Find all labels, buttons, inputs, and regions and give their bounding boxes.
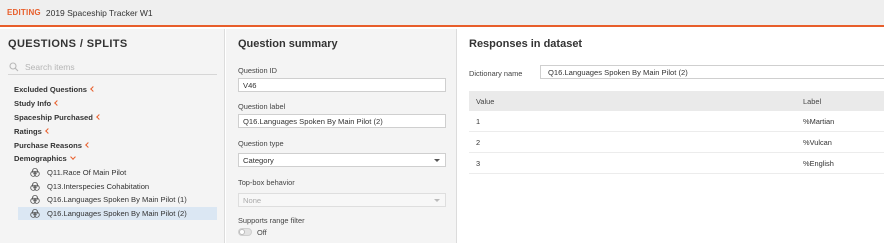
- topbox-select[interactable]: None: [238, 193, 446, 207]
- question-id-field[interactable]: V46: [238, 78, 446, 92]
- chevron-left-icon: [54, 100, 60, 107]
- table-row[interactable]: 1 %Martian: [469, 111, 884, 132]
- range-filter-toggle[interactable]: [238, 228, 252, 236]
- document-title: 2019 Spaceship Tracker W1: [45, 7, 153, 18]
- group-spaceship-purchased[interactable]: Spaceship Purchased: [0, 111, 225, 125]
- column-header-label[interactable]: Label: [803, 97, 821, 106]
- venn-icon: [30, 195, 40, 205]
- group-demographics[interactable]: Demographics: [0, 152, 225, 166]
- question-item-label: Q16.Languages Spoken By Main Pilot (1): [47, 195, 187, 205]
- toggle-knob: [239, 229, 245, 235]
- question-item-label: Q11.Race Of Main Pilot: [47, 168, 127, 178]
- question-type-select[interactable]: Category: [238, 153, 446, 167]
- dictionary-name-label: Dictionary name: [469, 69, 523, 78]
- group-label: Excluded Questions: [14, 85, 88, 95]
- search-bar[interactable]: [8, 59, 217, 75]
- cell-value: 1: [476, 116, 481, 126]
- dictionary-name-field[interactable]: Q16.Languages Spoken By Main Pilot (2): [540, 65, 884, 79]
- table-row[interactable]: 3 %English: [469, 153, 884, 174]
- panel-title: QUESTIONS / SPLITS: [8, 38, 128, 50]
- chevron-left-icon: [85, 141, 91, 148]
- cell-label: %English: [803, 158, 834, 168]
- group-excluded-questions[interactable]: Excluded Questions: [0, 83, 225, 97]
- group-ratings[interactable]: Ratings: [0, 124, 225, 138]
- chevron-down-icon: [69, 154, 76, 161]
- cell-value: 2: [476, 137, 481, 147]
- editing-badge: EDITING: [7, 8, 41, 17]
- panel-title: Responses in dataset: [469, 38, 583, 50]
- table-header: Value Label: [469, 91, 884, 111]
- chevron-left-icon: [96, 114, 102, 120]
- range-filter-state: Off: [257, 228, 267, 237]
- search-input[interactable]: [25, 61, 205, 72]
- cell-value: 3: [476, 158, 481, 168]
- table-row[interactable]: 2 %Vulcan: [469, 132, 884, 153]
- question-tree: Excluded Questions Study Info Spaceship …: [0, 83, 225, 221]
- group-label: Spaceship Purchased: [14, 112, 93, 122]
- cell-label: %Vulcan: [803, 137, 832, 147]
- question-item-q11[interactable]: Q11.Race Of Main Pilot: [0, 166, 225, 180]
- question-label-label: Question label: [238, 102, 286, 111]
- topbox-value: None: [243, 195, 262, 205]
- group-study-info[interactable]: Study Info: [0, 97, 225, 111]
- group-label: Demographics: [14, 154, 67, 164]
- group-label: Purchase Reasons: [14, 140, 82, 150]
- venn-icon: [30, 181, 40, 191]
- venn-icon: [30, 208, 40, 218]
- responses-table: Value Label 1 %Martian 2 %Vulcan 3 %Engl…: [469, 91, 884, 174]
- questions-splits-panel: QUESTIONS / SPLITS Excluded Questions St…: [0, 29, 225, 243]
- question-label-field[interactable]: Q16.Languages Spoken By Main Pilot (2): [238, 114, 446, 128]
- cell-label: %Martian: [803, 116, 835, 126]
- question-item-label: Q13.Interspecies Cohabitation: [47, 181, 150, 191]
- top-bar: EDITING 2019 Spaceship Tracker W1: [0, 0, 884, 27]
- dropdown-caret-icon: [434, 199, 440, 202]
- question-item-q16-2-selected[interactable]: Q16.Languages Spoken By Main Pilot (2): [18, 206, 217, 221]
- question-type-label: Question type: [238, 139, 284, 148]
- question-item-q16-1[interactable]: Q16.Languages Spoken By Main Pilot (1): [0, 193, 225, 207]
- question-type-value: Category: [243, 155, 274, 165]
- question-item-q13[interactable]: Q13.Interspecies Cohabitation: [0, 179, 225, 193]
- panel-title: Question summary: [238, 38, 338, 50]
- question-item-label: Q16.Languages Spoken By Main Pilot (2): [47, 208, 187, 218]
- range-filter-label: Supports range filter: [238, 216, 305, 225]
- dropdown-caret-icon: [434, 159, 440, 162]
- column-header-value[interactable]: Value: [469, 97, 803, 106]
- search-icon: [9, 61, 19, 72]
- chevron-left-icon: [45, 127, 51, 134]
- topbox-label: Top-box behavior: [238, 178, 295, 187]
- chevron-left-icon: [90, 86, 96, 93]
- question-summary-panel: Question summary Question ID V46 Questio…: [226, 29, 457, 243]
- question-id-label: Question ID: [238, 66, 278, 75]
- venn-icon: [30, 168, 40, 177]
- group-label: Ratings: [14, 126, 42, 136]
- responses-panel: Responses in dataset Dictionary name Q16…: [458, 29, 884, 243]
- group-label: Study Info: [14, 99, 52, 109]
- group-purchase-reasons[interactable]: Purchase Reasons: [0, 138, 225, 152]
